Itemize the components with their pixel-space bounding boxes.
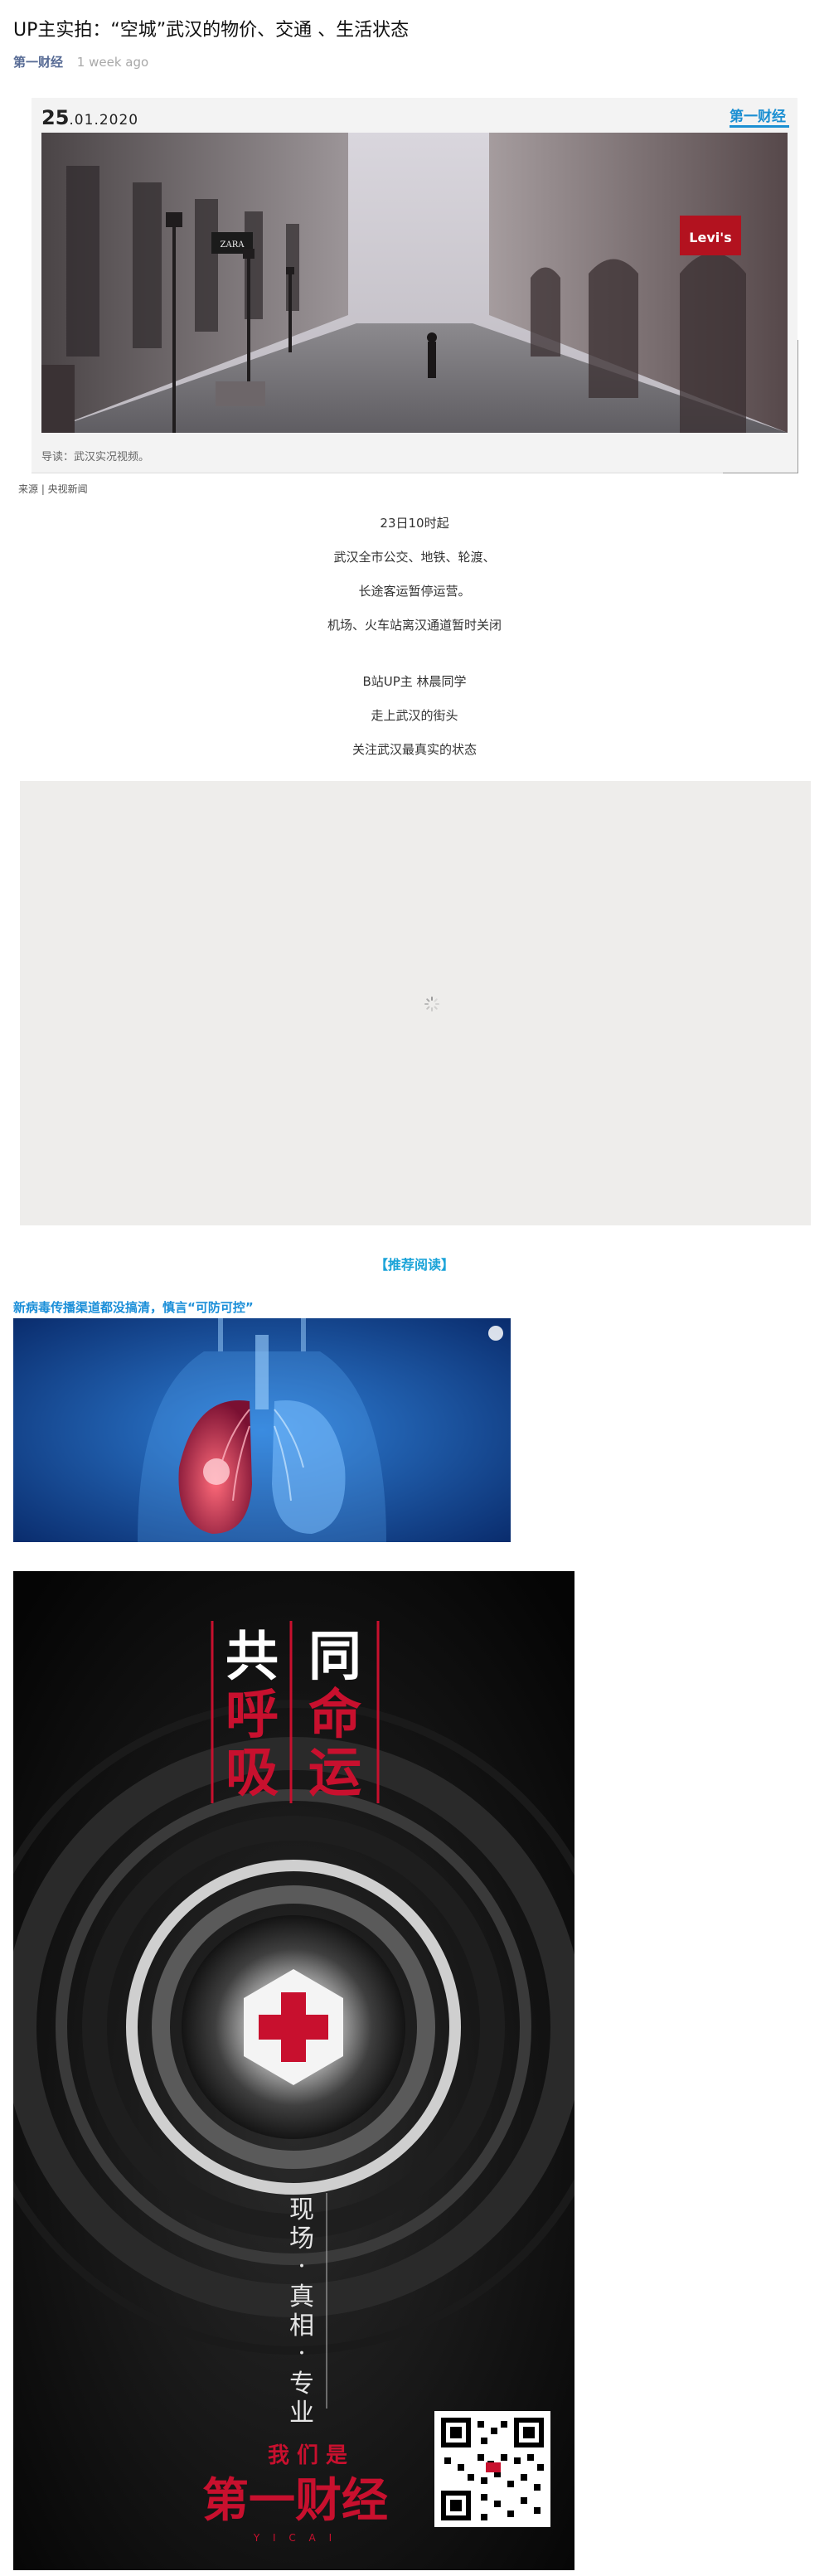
recommend-heading: 【推荐阅读】 bbox=[374, 1257, 454, 1273]
article-title: UP主实拍：“空城”武汉的物价、交通 、生活状态 bbox=[13, 20, 410, 41]
article-meta: 第一财经 1 week ago bbox=[13, 53, 148, 70]
poster-slogan-char: 真 bbox=[289, 2283, 314, 2312]
street-scene-image: ZARA Levi's bbox=[41, 133, 788, 433]
recommended-article-link[interactable]: 新病毒传播渠道都没搞清，慎言“可防可控” bbox=[13, 1298, 254, 1316]
account-name-link[interactable]: 第一财经 bbox=[13, 55, 63, 70]
body-line: 武汉全市公交、地铁、轮渡、 bbox=[333, 550, 496, 565]
video-date-rest: .01.2020 bbox=[69, 112, 139, 129]
body-line: 23日10时起 bbox=[380, 516, 449, 531]
body-line: 机场、火车站离汉通道暂时关闭 bbox=[327, 618, 502, 633]
card-logo-text: 第一财经 bbox=[730, 108, 786, 125]
poster-slogan-char: · bbox=[298, 2339, 306, 2368]
yicai-logo-icon: 第一财经 bbox=[730, 106, 789, 128]
body-line: 走上武汉的街头 bbox=[371, 708, 458, 723]
poster-title-char: 共 bbox=[225, 1627, 279, 1688]
body-line: 长途客运暂停运营。 bbox=[358, 584, 471, 599]
poster-artwork: 共 呼 吸 同 命 运 现 场 · 真 相 · 专 业 我 们 是 第一财经 Y… bbox=[13, 1571, 574, 2570]
poster-slogan-char: 场 bbox=[289, 2224, 314, 2253]
body-line: B站UP主 林晨同学 bbox=[362, 674, 467, 689]
poster-slogan-char: 专 bbox=[289, 2370, 314, 2399]
poster-title-char: 命 bbox=[308, 1685, 361, 1746]
publish-time: 1 week ago bbox=[76, 55, 149, 70]
qr-code-icon bbox=[434, 2411, 550, 2527]
campaign-poster: 共 呼 吸 同 命 运 现 场 · 真 相 · 专 业 我 们 是 第一财经 Y… bbox=[13, 1571, 574, 2570]
poster-brand: 第一财经 bbox=[202, 2474, 388, 2528]
levis-sign-text: Levi's bbox=[689, 230, 731, 245]
video-caption: 导读：武汉实况视频。 bbox=[41, 451, 150, 463]
poster-slogan-char: 相 bbox=[289, 2312, 314, 2341]
poster-title-char: 运 bbox=[308, 1743, 361, 1804]
body-line: 关注武汉最真实的状态 bbox=[351, 742, 477, 757]
poster-brand-sub: Y I C A I bbox=[253, 2532, 337, 2544]
recommended-article-image[interactable] bbox=[13, 1318, 511, 1542]
poster-title-char: 同 bbox=[308, 1627, 361, 1688]
poster-we-are: 我 们 是 bbox=[268, 2443, 347, 2468]
video-thumbnail[interactable]: ZARA Levi's bbox=[41, 133, 788, 433]
source-note: 来源 | 央视新闻 bbox=[18, 483, 88, 495]
loading-spinner-icon bbox=[424, 997, 439, 1011]
poster-slogan-char: · bbox=[298, 2252, 306, 2281]
zara-sign-text: ZARA bbox=[221, 240, 245, 250]
video-date: 25.01.2020 bbox=[41, 106, 138, 129]
poster-slogan-char: 业 bbox=[289, 2399, 314, 2428]
poster-title-char: 吸 bbox=[225, 1743, 279, 1804]
video-date-day: 25 bbox=[41, 106, 70, 129]
card-corner-border bbox=[723, 340, 798, 473]
video-card[interactable]: 25.01.2020 第一财经 ZARA Levi's 导读：武汉实况视频。 bbox=[32, 98, 797, 473]
lungs-illustration bbox=[13, 1318, 511, 1542]
embedded-video-player[interactable] bbox=[20, 781, 811, 1225]
poster-slogan-char: 现 bbox=[289, 2195, 314, 2224]
poster-title-char: 呼 bbox=[225, 1685, 279, 1746]
